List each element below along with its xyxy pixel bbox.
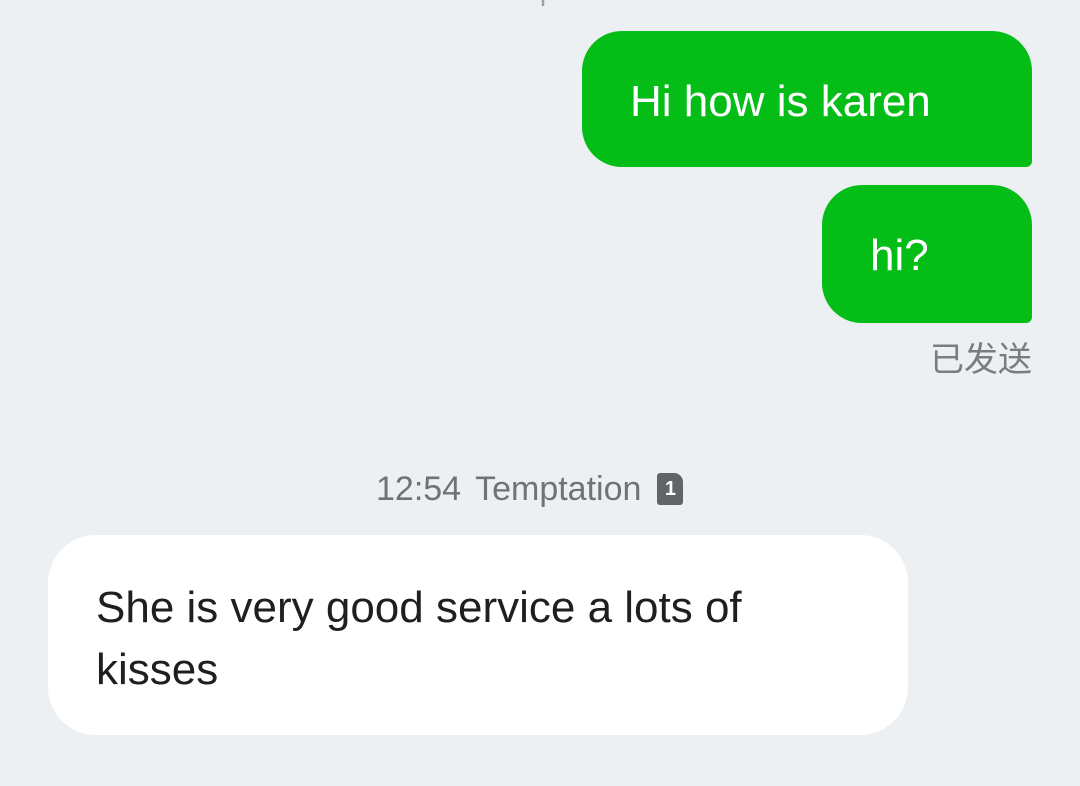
- previous-content-fragment: |: [536, 0, 550, 12]
- outgoing-message-bubble[interactable]: hi?: [822, 185, 1032, 323]
- sender-name: Temptation: [475, 470, 642, 508]
- incoming-message-bubble[interactable]: She is very good service a lots of kisse…: [48, 535, 908, 735]
- incoming-message-meta: 12:54 Temptation 1: [376, 466, 684, 512]
- sim-card-icon: 1: [657, 473, 684, 505]
- message-thread: | Hi how is karen hi? 已发送 12:54 Temptati…: [0, 0, 1080, 786]
- message-time: 12:54: [376, 470, 462, 508]
- sent-status: 已发送: [930, 340, 1032, 380]
- message-text: hi?: [870, 231, 929, 280]
- message-text: Hi how is karen: [630, 77, 931, 126]
- outgoing-message-bubble[interactable]: Hi how is karen: [582, 31, 1032, 167]
- sim-slot-number: 1: [664, 478, 676, 500]
- message-text: She is very good service a lots of kisse…: [96, 583, 742, 694]
